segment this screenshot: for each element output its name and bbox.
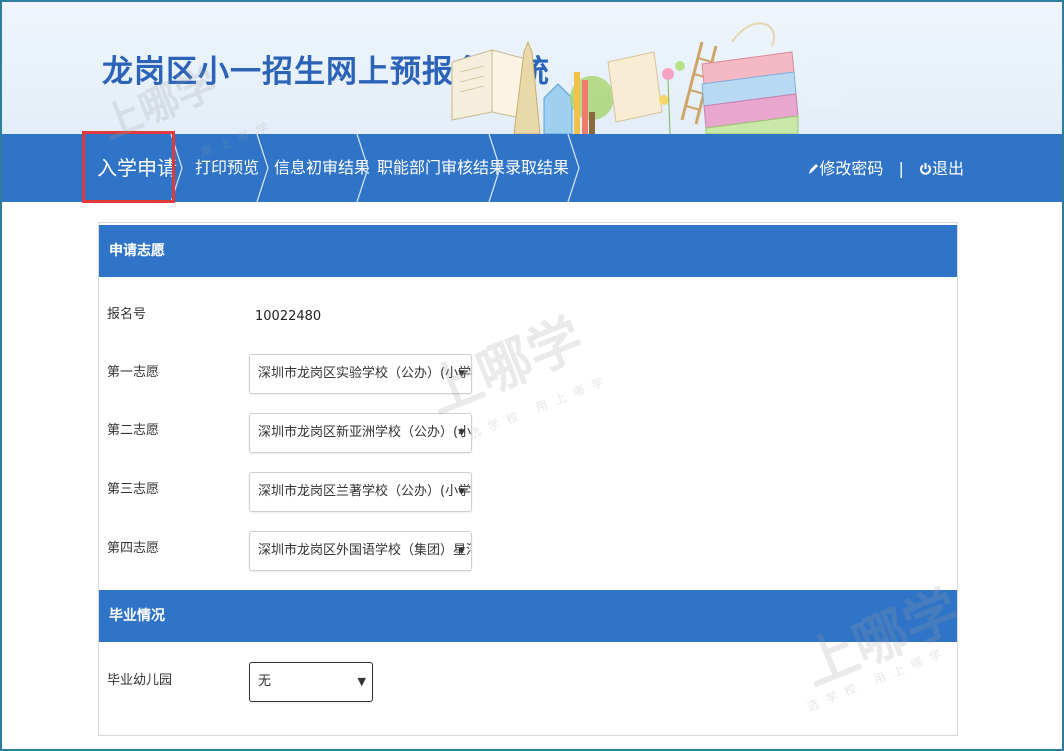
change-password-link[interactable]: 修改密码	[807, 134, 883, 203]
user-actions: 修改密码 | 退出	[807, 134, 964, 202]
caret-down-icon: ▼	[357, 675, 366, 688]
caret-down-icon: ▼	[458, 487, 465, 497]
choice-3-value: 深圳市龙岗区兰著学校（公办）(小学部)	[258, 484, 472, 499]
nav-separator: |	[898, 158, 904, 178]
caret-down-icon: ▼	[458, 546, 465, 556]
nav-chevron-icon	[488, 134, 501, 202]
choice-1-select[interactable]: 深圳市龙岗区实验学校（公办）(小学部) ▼	[249, 354, 472, 394]
section-header-graduation: 毕业情况	[99, 590, 957, 642]
choice-3-label: 第三志愿	[107, 482, 160, 497]
choice-4-value: 深圳市龙岗区外国语学校（集团）星河学...	[258, 543, 471, 558]
choice-2-label: 第二志愿	[107, 423, 160, 438]
nav-tab-admission-result[interactable]: 录取结果	[505, 134, 569, 202]
change-password-label: 修改密码	[819, 158, 884, 178]
nav-chevron-icon	[256, 134, 269, 202]
choice-1-label: 第一志愿	[107, 365, 160, 380]
choice-2-select[interactable]: 深圳市龙岗区新亚洲学校（公办）(小学部) ▼	[249, 413, 472, 453]
choice-2-value: 深圳市龙岗区新亚洲学校（公办）(小学部)	[258, 425, 472, 440]
kindergarten-select[interactable]: 无 ▼	[249, 662, 373, 702]
section-header-application: 申请志愿	[99, 225, 957, 277]
nav-tab-department-review[interactable]: 职能部门审核结果	[377, 134, 505, 202]
caret-down-icon: ▼	[458, 428, 465, 438]
active-tab-highlight	[82, 131, 175, 203]
nav-chevron-icon	[567, 134, 580, 202]
choice-4-select[interactable]: 深圳市龙岗区外国语学校（集团）星河学... ▼	[249, 531, 472, 571]
app-window: 龙岗区小一招生网上预报名系统 入学申请 打印预览 信息初审结果 职能部门审核结果…	[0, 0, 1064, 751]
registration-number-label: 报名号	[107, 307, 147, 322]
pencil-icon	[809, 163, 819, 174]
caret-down-icon: ▼	[458, 369, 465, 379]
form-panel: 申请志愿 报名号 10022480 第一志愿 深圳市龙岗区实验学校（公办）(小学…	[98, 222, 958, 736]
kindergarten-label: 毕业幼儿园	[107, 673, 173, 688]
banner-illustration	[451, 22, 850, 134]
registration-number-value: 10022480	[255, 309, 322, 324]
header-banner: 龙岗区小一招生网上预报名系统	[2, 2, 1062, 134]
logout-label: 退出	[931, 158, 964, 178]
choice-1-value: 深圳市龙岗区实验学校（公办）(小学部)	[258, 366, 472, 381]
choice-4-label: 第四志愿	[107, 541, 160, 556]
nav-chevron-icon	[356, 134, 369, 202]
kindergarten-value: 无	[258, 674, 272, 689]
nav-tab-print-preview[interactable]: 打印预览	[195, 134, 259, 202]
choice-3-select[interactable]: 深圳市龙岗区兰著学校（公办）(小学部) ▼	[249, 472, 472, 512]
logout-link[interactable]: 退出	[919, 134, 964, 203]
power-icon	[920, 162, 931, 175]
